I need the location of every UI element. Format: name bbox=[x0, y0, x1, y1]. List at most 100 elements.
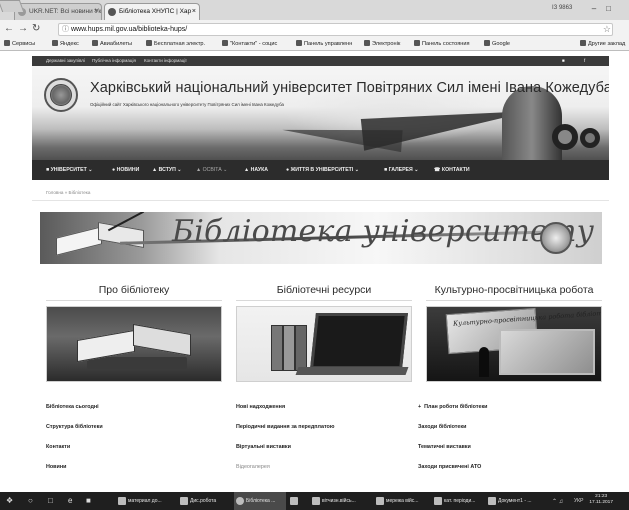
nav-item-admission[interactable]: ▲ ВСТУП ⌄ bbox=[152, 160, 182, 180]
taskbar-item[interactable]: вітчизн.війсь... bbox=[310, 492, 372, 510]
url-text: www.hups.mil.gov.ua/biblioteka-hups/ bbox=[71, 26, 188, 33]
language-indicator[interactable]: УКР bbox=[574, 498, 583, 504]
nav-item-life[interactable]: ● ЖИТТЯ В УНІВЕРСИТЕТІ ⌄ bbox=[286, 160, 359, 180]
reload-icon[interactable]: ↻ bbox=[32, 23, 40, 35]
facebook-icon[interactable]: f bbox=[584, 56, 585, 66]
link-library-events[interactable]: Заходи бібліотеки bbox=[418, 424, 466, 430]
link-virtual-exhibitions[interactable]: Віртуальні виставки bbox=[236, 444, 291, 450]
cultural-work-image[interactable]: Культурно-просвітницька робота бібліотек… bbox=[426, 306, 602, 382]
site-header: Харківський національний університет Пов… bbox=[32, 66, 609, 168]
wheel-image bbox=[552, 124, 578, 150]
bookmark-icon bbox=[146, 40, 152, 46]
edge-icon[interactable]: e bbox=[68, 496, 72, 505]
close-icon[interactable]: × bbox=[192, 4, 196, 19]
taskbar-item[interactable] bbox=[288, 492, 308, 510]
file-explorer-icon[interactable]: ■ bbox=[86, 496, 91, 505]
new-tab-button[interactable] bbox=[0, 0, 25, 12]
link-library-structure[interactable]: Структура бібліотеки bbox=[46, 424, 103, 430]
divider bbox=[236, 300, 412, 301]
link-news[interactable]: Новини bbox=[46, 464, 66, 470]
link-video-gallery[interactable]: Відеогалерея bbox=[236, 464, 270, 470]
hups-favicon-icon bbox=[108, 8, 116, 16]
url-input[interactable]: ⓘ www.hups.mil.gov.ua/biblioteka-hups/ bbox=[58, 23, 613, 36]
search-icon[interactable]: ○ bbox=[28, 496, 33, 505]
bookmark-avia[interactable]: Авиабилеты bbox=[92, 38, 132, 50]
folder-icon bbox=[580, 40, 586, 46]
mail-icon bbox=[222, 40, 228, 46]
search-icon[interactable]: ■ bbox=[562, 56, 565, 66]
clock-date: 17.11.2017 bbox=[589, 500, 613, 505]
divider bbox=[46, 300, 222, 301]
back-arrow-icon[interactable]: ← bbox=[4, 23, 14, 35]
page-icon bbox=[414, 40, 420, 46]
taskbar-item[interactable]: кат. періоди... bbox=[432, 492, 484, 510]
info-icon[interactable]: ⓘ bbox=[62, 24, 69, 35]
link-ato-events[interactable]: Заходи присвячені АТО bbox=[418, 464, 481, 470]
nav-item-science[interactable]: ▲ НАУКА bbox=[244, 160, 268, 180]
taskbar-item-browser[interactable]: Бібліотека ... bbox=[234, 492, 286, 510]
bookmark-services[interactable]: Сервисы bbox=[4, 38, 35, 50]
browser-tab-ukrnet[interactable]: UKR.NET: Всі новини Ук × bbox=[14, 3, 102, 20]
taskbar-item[interactable]: Документ1 - ... bbox=[486, 492, 548, 510]
site-title[interactable]: Харківський національний університет Пов… bbox=[90, 80, 609, 96]
link-periodicals[interactable]: Періодичні видання за передплатою bbox=[236, 424, 334, 430]
divider bbox=[32, 200, 609, 201]
plane-icon bbox=[92, 40, 98, 46]
windows-start-icon[interactable]: ❖ bbox=[6, 496, 13, 505]
nav-item-university[interactable]: ■ УНІВЕРСИТЕТ ⌄ bbox=[46, 160, 93, 180]
nav-item-news[interactable]: ● НОВИНИ bbox=[112, 160, 139, 180]
close-icon[interactable]: × bbox=[94, 4, 98, 19]
bookmark-free-el[interactable]: Бесплатная электр. bbox=[146, 38, 205, 50]
forward-arrow-icon[interactable]: → bbox=[18, 23, 28, 35]
bookmark-yandex[interactable]: Яндекс bbox=[52, 38, 79, 50]
top-link[interactable]: Державні закупівлі bbox=[46, 56, 85, 66]
column-title-about: Про бібліотеку bbox=[98, 284, 170, 296]
apps-icon bbox=[4, 40, 10, 46]
address-bar-row: ← → ↻ ⓘ www.hups.mil.gov.ua/biblioteka-h… bbox=[0, 20, 629, 38]
engine-image bbox=[502, 86, 562, 166]
library-resources-image[interactable] bbox=[236, 306, 412, 382]
wheel-image bbox=[580, 128, 600, 148]
taskbar-item[interactable]: Дис.робота bbox=[178, 492, 232, 510]
taskbar: ❖ ○ □ e ■ материал до... Дис.робота Бібл… bbox=[0, 492, 629, 510]
taskbar-item[interactable]: материал до... bbox=[116, 492, 178, 510]
speaker-icon[interactable]: ⌃ ♫ bbox=[552, 498, 563, 505]
main-navigation: ■ УНІВЕРСИТЕТ ⌄ ● НОВИНИ ▲ ВСТУП ⌄ ▲ ОСВ… bbox=[32, 160, 609, 180]
plus-icon: + bbox=[418, 404, 422, 410]
link-library-today[interactable]: Бібліотека сьогодні bbox=[46, 404, 99, 410]
bookmarks-bar: Сервисы Яндекс Авиабилеты Бесплатная эле… bbox=[0, 38, 629, 51]
nav-item-gallery[interactable]: ■ ГАЛЕРЕЯ ⌄ bbox=[384, 160, 419, 180]
bookmark-electronic[interactable]: Электронік bbox=[364, 38, 400, 50]
breadcrumb[interactable]: Головна » Бібліотека bbox=[46, 190, 90, 195]
top-link[interactable]: Контакти інформації bbox=[144, 56, 187, 66]
bookmark-star-icon[interactable]: ☆ bbox=[603, 24, 611, 35]
bookmark-panel[interactable]: Панель управленн bbox=[296, 38, 352, 50]
task-view-icon[interactable]: □ bbox=[48, 496, 53, 505]
link-thematic-exhibitions[interactable]: Тематичні виставки bbox=[418, 444, 471, 450]
bookmark-contacts[interactable]: "Контакти" - социс bbox=[222, 38, 277, 50]
top-link[interactable]: Публічна інформація bbox=[92, 56, 136, 66]
column-title-cultural: Культурно-просвітницька робота bbox=[434, 284, 594, 296]
link-new-arrivals[interactable]: Нові надходження bbox=[236, 404, 285, 410]
bookmark-status-panel[interactable]: Панель состояния bbox=[414, 38, 470, 50]
page-icon bbox=[52, 40, 58, 46]
clock[interactable]: 21:23 17.11.2017 bbox=[589, 494, 613, 506]
browser-tab-library[interactable]: Бібліотека ХНУПС | Хар × bbox=[104, 3, 200, 20]
bookmark-google[interactable]: Google bbox=[484, 38, 510, 50]
window-controls[interactable]: –□ bbox=[592, 4, 621, 13]
divider bbox=[426, 300, 602, 301]
taskbar-item[interactable]: мережа війс... bbox=[374, 492, 430, 510]
bookmark-other[interactable]: Другие заклад bbox=[580, 38, 625, 50]
about-library-image[interactable] bbox=[46, 306, 222, 382]
university-logo[interactable] bbox=[44, 78, 78, 112]
nav-item-contacts[interactable]: ☎ КОНТАКТИ bbox=[434, 160, 470, 180]
column-title-resources: Бібліотечні ресурси bbox=[276, 284, 372, 296]
tab-label: UKR.NET: Всі новини Ук bbox=[29, 8, 102, 15]
tab-label: Бібліотека ХНУПС | Хар bbox=[119, 8, 192, 15]
book-illustration bbox=[48, 212, 148, 258]
link-contacts[interactable]: Контакти bbox=[46, 444, 70, 450]
banner-title: Бібліотека університету bbox=[172, 214, 595, 249]
google-icon bbox=[484, 40, 490, 46]
nav-item-education[interactable]: ▲ ОСВІТА ⌄ bbox=[196, 160, 228, 180]
link-work-plan[interactable]: + План роботи бібліотеки bbox=[418, 404, 488, 410]
